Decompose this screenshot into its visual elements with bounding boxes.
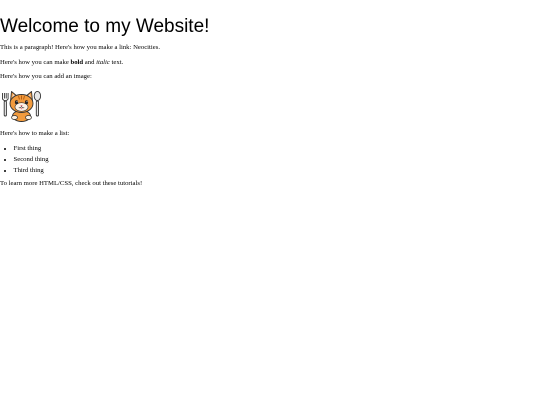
link-paragraph-end: . xyxy=(158,44,160,51)
link-paragraph: This is a paragraph! Here's how you make… xyxy=(0,43,160,52)
list-paragraph: Here's how to make a list: xyxy=(0,130,70,137)
bold-text: bold xyxy=(70,59,84,66)
page-title: Welcome to my Website! xyxy=(0,16,210,37)
format-paragraph: Here's how you can make bold and italic … xyxy=(0,58,123,67)
format-paragraph-text: Here's how you can make xyxy=(0,59,71,66)
tutorials-paragraph-text: To learn more HTML/CSS, check out these xyxy=(0,180,119,187)
link-paragraph-text: This is a paragraph! Here's how you make… xyxy=(0,44,134,51)
format-paragraph-middle: and xyxy=(83,59,97,66)
things-list: First thing Second thing Third thing xyxy=(0,143,49,176)
list-item: Second thing xyxy=(14,154,49,165)
neocities-link[interactable]: Neocities xyxy=(133,44,158,51)
tutorials-paragraph-end: ! xyxy=(139,180,143,187)
italic-text: italic xyxy=(96,59,110,66)
format-paragraph-end: text. xyxy=(109,59,124,66)
list-item: First thing xyxy=(14,143,49,154)
tutorials-paragraph: To learn more HTML/CSS, check out these … xyxy=(0,179,142,188)
neocities-cat-mascot-icon xyxy=(2,90,42,122)
tutorials-link[interactable]: tutorials xyxy=(118,180,140,187)
image-paragraph: Here's how you can add an image: xyxy=(0,73,92,80)
list-item: Third thing xyxy=(14,165,49,176)
